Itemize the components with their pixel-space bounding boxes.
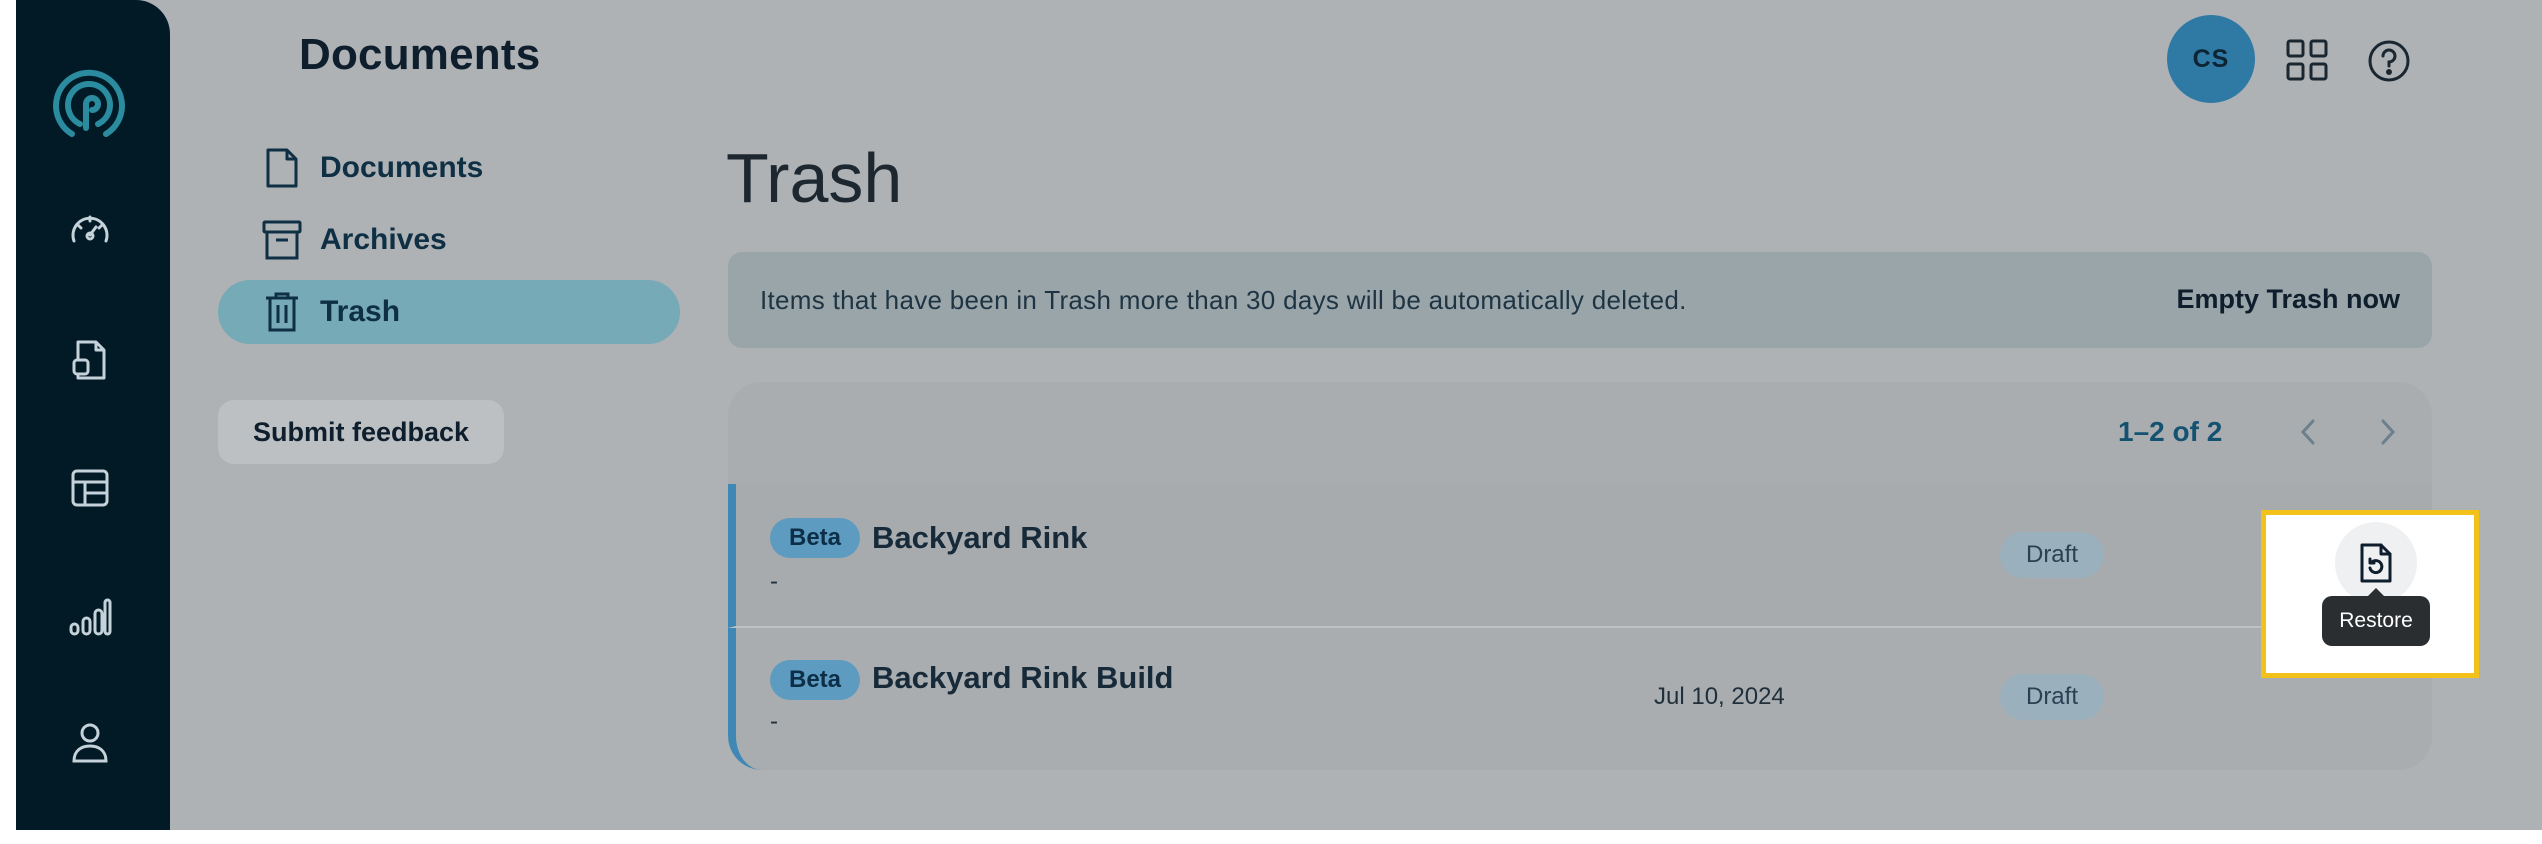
beta-badge: Beta	[770, 660, 860, 700]
app-frame: Documents CS Documents Archives Trash Su…	[16, 0, 2542, 830]
table-row[interactable]: Beta Backyard Rink - Draft	[728, 484, 2432, 628]
document-subtitle: -	[770, 568, 778, 595]
document-date: Jul 10, 2024	[1654, 683, 1785, 710]
analytics-icon[interactable]	[66, 592, 114, 640]
left-rail	[16, 0, 170, 830]
archive-icon	[260, 218, 304, 262]
page-title: Trash	[726, 139, 903, 217]
restore-icon	[2360, 543, 2392, 583]
avatar[interactable]: CS	[2167, 15, 2255, 103]
previous-page-icon[interactable]	[2288, 412, 2328, 452]
logo-icon[interactable]	[50, 66, 128, 144]
document-subtitle: -	[770, 708, 778, 735]
pagination-text: 1–2 of 2	[2118, 416, 2223, 447]
apps-grid-icon[interactable]	[2280, 33, 2334, 87]
trash-notice-banner: Items that have been in Trash more than …	[728, 252, 2432, 348]
beta-badge: Beta	[770, 518, 860, 558]
documents-icon[interactable]	[66, 336, 114, 384]
sidebar-item-label: Archives	[320, 223, 447, 256]
app-title: Documents	[299, 30, 541, 79]
file-icon	[260, 146, 304, 190]
dashboard-icon[interactable]	[66, 208, 114, 256]
table-row[interactable]: Beta Backyard Rink Build - Jul 10, 2024 …	[728, 628, 2432, 770]
empty-trash-button[interactable]: Empty Trash now	[2176, 284, 2400, 315]
trash-icon	[260, 290, 304, 334]
user-icon[interactable]	[66, 718, 114, 766]
sidebar-item-label: Trash	[320, 295, 401, 328]
sidebar-item-trash[interactable]: Trash	[218, 280, 680, 344]
notice-text: Items that have been in Trash more than …	[760, 285, 1687, 315]
submit-feedback-button[interactable]: Submit feedback	[218, 400, 504, 464]
document-name[interactable]: Backyard Rink Build	[872, 660, 1173, 696]
sidebar-item-archives[interactable]: Archives	[218, 208, 680, 272]
document-list: 1–2 of 2 Beta Backyard Rink - Draft Beta…	[728, 382, 2432, 770]
status-badge: Draft	[2000, 674, 2104, 720]
sidebar-item-documents[interactable]: Documents	[218, 136, 680, 200]
templates-icon[interactable]	[66, 464, 114, 512]
sidebar-item-label: Documents	[320, 151, 484, 184]
status-badge: Draft	[2000, 532, 2104, 578]
next-page-icon[interactable]	[2368, 412, 2408, 452]
document-name[interactable]: Backyard Rink	[872, 520, 1087, 556]
help-icon[interactable]	[2362, 34, 2416, 88]
restore-tooltip: Restore	[2322, 588, 2430, 646]
